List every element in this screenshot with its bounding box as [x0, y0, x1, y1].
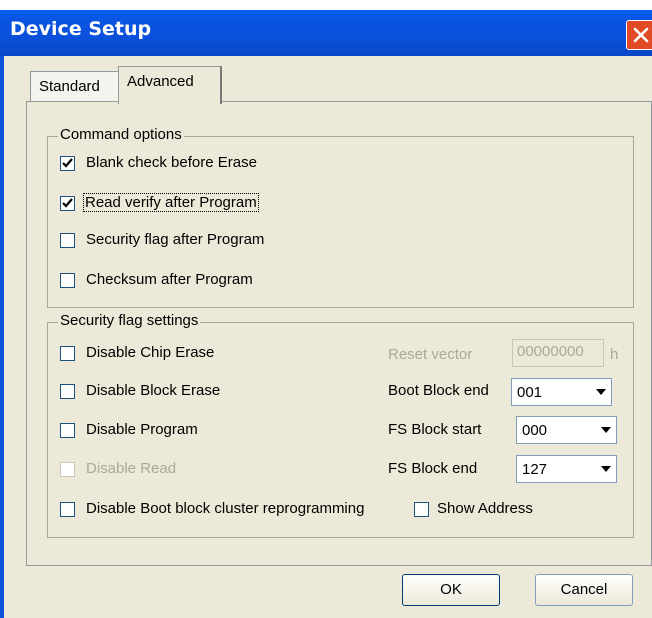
disable-chip-erase-label[interactable]: Disable Chip Erase [86, 344, 214, 361]
fs-block-end-select[interactable]: 127 [516, 455, 617, 483]
ok-button[interactable]: OK [402, 574, 500, 606]
reset-vector-label: Reset vector [388, 346, 473, 363]
disable-boot-block-label[interactable]: Disable Boot block cluster reprogramming [86, 500, 364, 517]
window-title: Device Setup [10, 18, 152, 40]
device-setup-window: Device Setup Standard Advanced Command o… [0, 10, 652, 618]
close-icon [633, 27, 649, 43]
tab-advanced-label: Advanced [127, 73, 194, 90]
security-flag-after-program-label[interactable]: Security flag after Program [86, 231, 264, 248]
disable-read-label: Disable Read [86, 460, 177, 477]
tab-standard[interactable]: Standard [30, 71, 122, 101]
dialog-client-area: Standard Advanced Command options Blank … [4, 56, 652, 618]
read-verify-label[interactable]: Read verify after Program [83, 193, 259, 212]
dropdown-button[interactable] [597, 418, 615, 442]
fs-block-start-select[interactable]: 000 [516, 416, 617, 444]
show-address-checkbox[interactable] [414, 502, 429, 517]
cancel-button[interactable]: Cancel [535, 574, 633, 606]
read-verify-label-text: Read verify after Program [83, 193, 259, 212]
reset-vector-suffix: h [610, 346, 619, 363]
reset-vector-input[interactable]: 00000000 [512, 339, 604, 367]
close-button[interactable] [626, 20, 652, 50]
fs-block-end-label: FS Block end [388, 460, 478, 477]
chevron-down-icon [596, 389, 606, 395]
chevron-down-icon [601, 427, 611, 433]
fs-block-end-value: 127 [522, 461, 548, 478]
disable-boot-block-checkbox[interactable] [60, 502, 75, 517]
disable-block-erase-checkbox[interactable] [60, 384, 75, 399]
checkmark-icon [62, 198, 73, 208]
disable-program-label[interactable]: Disable Program [86, 421, 198, 438]
disable-read-checkbox[interactable] [60, 462, 75, 477]
blank-check-label[interactable]: Blank check before Erase [86, 154, 257, 171]
security-flag-after-program-checkbox[interactable] [60, 233, 75, 248]
disable-chip-erase-checkbox[interactable] [60, 346, 75, 361]
boot-block-end-select[interactable]: 001 [511, 378, 612, 406]
command-options-legend: Command options [58, 126, 184, 143]
tab-advanced[interactable]: Advanced [118, 66, 222, 104]
boot-block-end-value: 001 [517, 384, 543, 401]
title-bar[interactable]: Device Setup [0, 10, 652, 56]
checksum-label[interactable]: Checksum after Program [86, 271, 253, 288]
disable-program-checkbox[interactable] [60, 423, 75, 438]
tab-standard-label: Standard [39, 78, 100, 95]
checksum-checkbox[interactable] [60, 273, 75, 288]
dropdown-button[interactable] [592, 380, 610, 404]
dropdown-button[interactable] [597, 457, 615, 481]
disable-block-erase-label[interactable]: Disable Block Erase [86, 382, 220, 399]
chevron-down-icon [601, 466, 611, 472]
read-verify-checkbox[interactable] [60, 196, 75, 211]
checkmark-icon [62, 158, 73, 168]
security-flag-settings-legend: Security flag settings [58, 312, 201, 329]
show-address-label[interactable]: Show Address [437, 500, 533, 517]
blank-check-checkbox[interactable] [60, 156, 75, 171]
fs-block-start-label: FS Block start [388, 421, 482, 438]
boot-block-end-label: Boot Block end [388, 382, 489, 399]
fs-block-start-value: 000 [522, 422, 548, 439]
